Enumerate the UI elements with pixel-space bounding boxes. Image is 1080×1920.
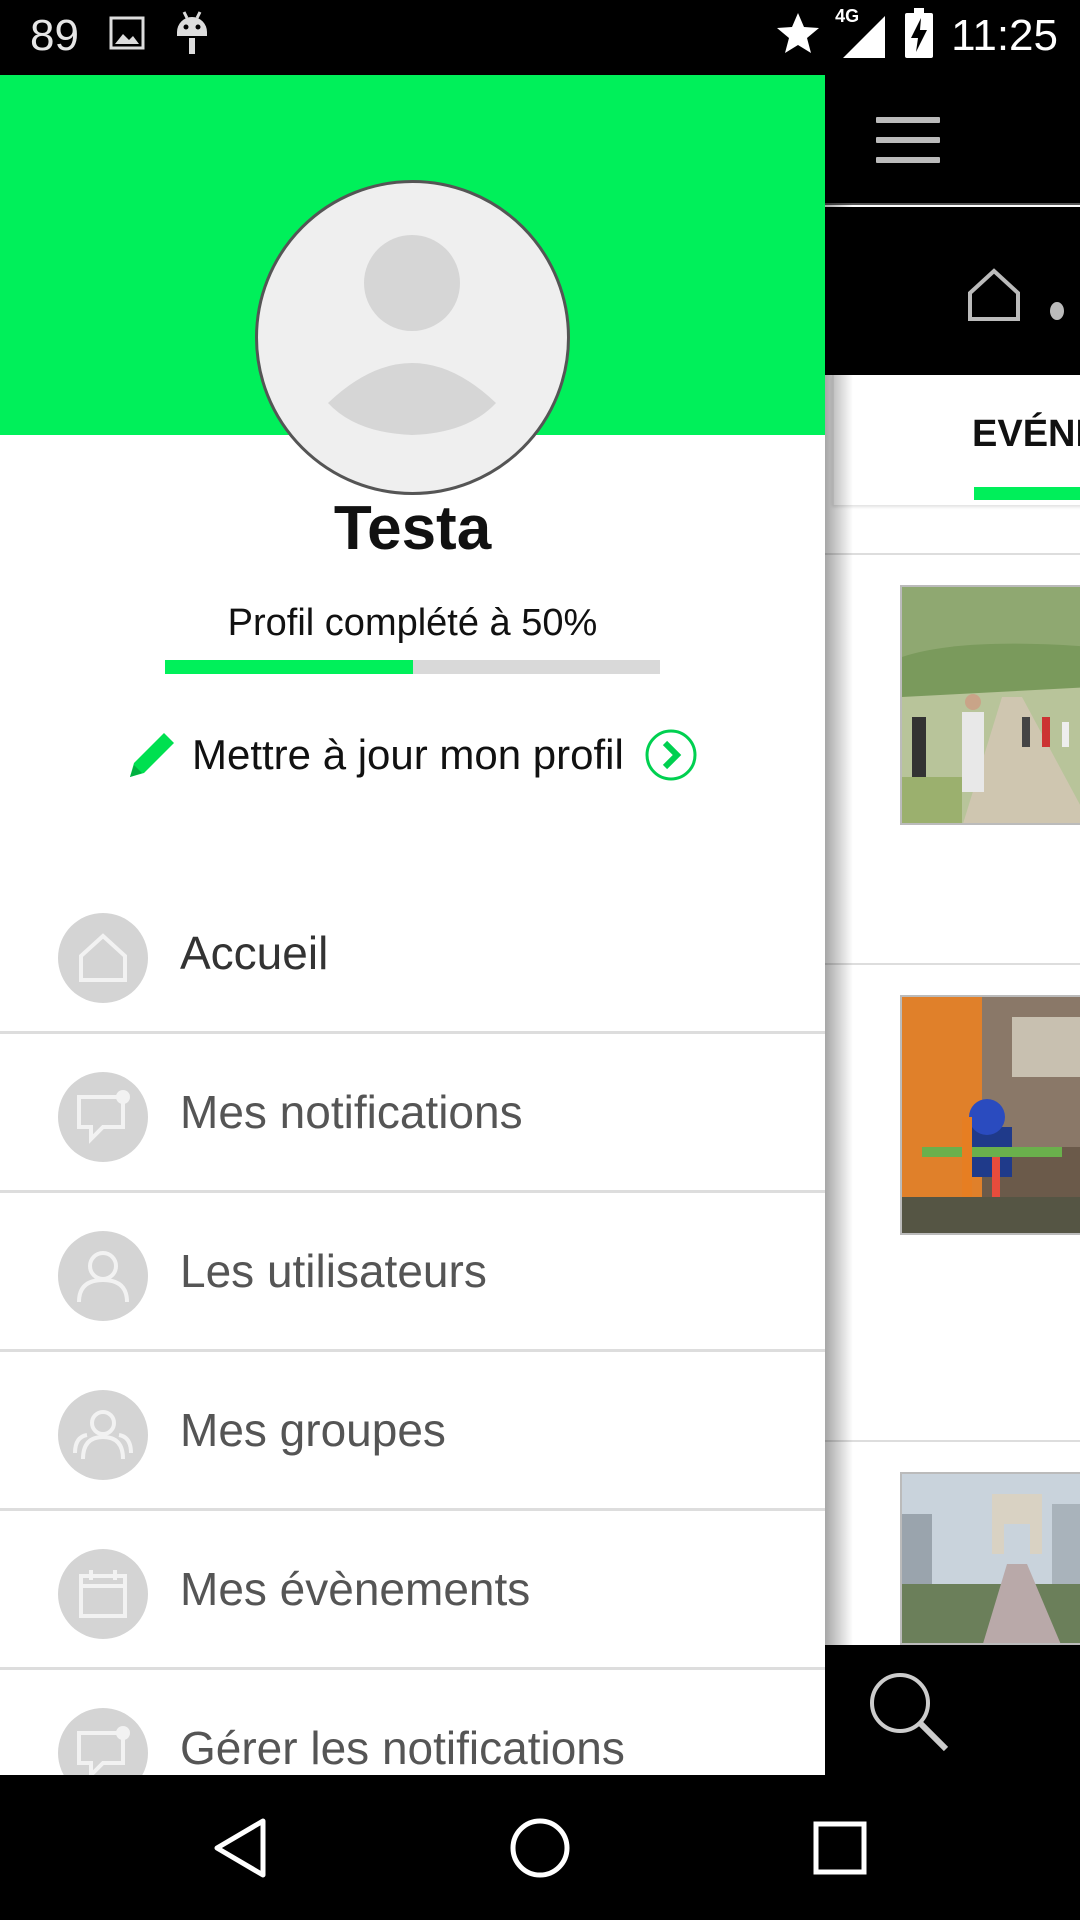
android-icon: [175, 10, 209, 61]
profile-progress-bar: [165, 660, 660, 674]
avatar[interactable]: [255, 180, 570, 495]
tab-indicator: [974, 487, 1080, 500]
hamburger-icon[interactable]: [876, 117, 940, 163]
user-name: Testa: [333, 494, 492, 563]
menu-item-label: Gérer les notifications: [180, 1722, 625, 1774]
menu-item-groups[interactable]: Mes groupes: [0, 1352, 825, 1511]
pager-dot: [1050, 302, 1064, 320]
screen: 89 4G 11:25 EVÉN Testa Profil complété à…: [0, 0, 1080, 1920]
menu-item-label: Mes groupes: [180, 1404, 446, 1456]
home-circle-icon[interactable]: [505, 1813, 575, 1883]
battery-charging-icon: [905, 8, 934, 63]
menu-item-events[interactable]: Mes évènements: [0, 1511, 825, 1670]
notification-bubble-icon: [58, 1708, 148, 1775]
tab-events[interactable]: EVÉNE: [832, 375, 1080, 505]
calendar-icon: [58, 1549, 148, 1639]
menu-item-manage-notifications[interactable]: Gérer les notifications: [0, 1670, 825, 1775]
profile-progress-fill: [165, 660, 413, 674]
menu-item-label: Mes notifications: [180, 1086, 523, 1138]
menu-item-notifications[interactable]: Mes notifications: [0, 1034, 825, 1193]
system-nav-bar: [0, 1775, 1080, 1920]
pencil-icon: [122, 725, 182, 785]
home-icon: [58, 913, 148, 1003]
menu-item-label: Mes évènements: [180, 1563, 531, 1615]
star-icon: [775, 11, 821, 60]
list-divider: [825, 1440, 1080, 1442]
list-divider: [825, 963, 1080, 965]
navigation-drawer: Testa Profil complété à 50% Mettre à jou…: [0, 75, 825, 1775]
menu-item-accueil[interactable]: Accueil: [0, 875, 825, 1034]
list-divider: [825, 553, 1080, 555]
menu-item-label: Les utilisateurs: [180, 1245, 487, 1297]
event-thumbnail[interactable]: [900, 995, 1080, 1235]
drawer-menu: Accueil Mes notifications Les utilisateu…: [0, 875, 825, 1775]
tab-events-label: EVÉNE: [972, 413, 1080, 455]
menu-item-users[interactable]: Les utilisateurs: [0, 1193, 825, 1352]
event-thumbnail[interactable]: [900, 1472, 1080, 1645]
update-profile-button[interactable]: Mettre à jour mon profil: [122, 715, 722, 795]
menu-item-label: Accueil: [180, 927, 329, 979]
notification-count: 89: [30, 10, 79, 60]
clock: 11:25: [951, 10, 1058, 60]
group-icon: [58, 1390, 148, 1480]
profile-progress-text: Profil complété à 50%: [227, 602, 598, 644]
status-bar: 89 4G 11:25: [0, 0, 1080, 75]
search-icon[interactable]: [866, 1669, 950, 1758]
drawer-shadow: [825, 75, 853, 1775]
back-icon[interactable]: [205, 1813, 275, 1883]
signal-icon: 4G: [835, 6, 887, 60]
image-icon: [109, 16, 145, 55]
notification-bubble-icon: [58, 1072, 148, 1162]
chevron-right-icon: [644, 728, 698, 782]
recents-icon[interactable]: [805, 1813, 875, 1883]
user-icon: [58, 1231, 148, 1321]
update-profile-label: Mettre à jour mon profil: [192, 731, 624, 778]
home-icon[interactable]: [966, 267, 1022, 328]
event-thumbnail[interactable]: [900, 585, 1080, 825]
